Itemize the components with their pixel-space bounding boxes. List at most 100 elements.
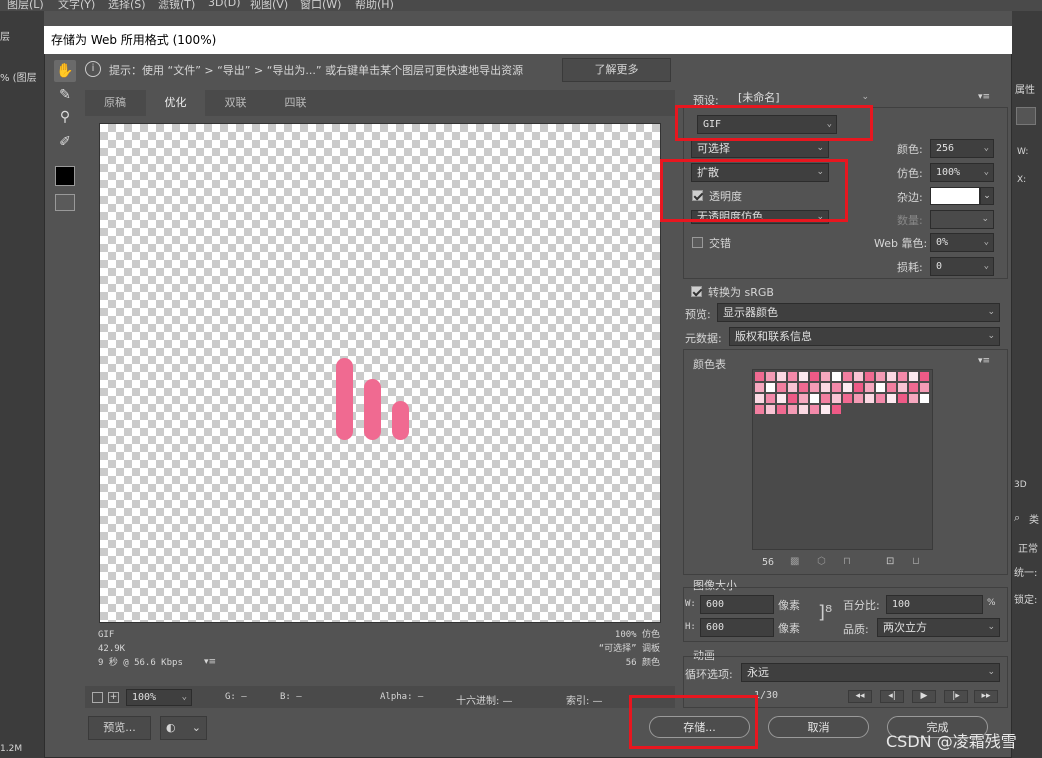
color-swatch[interactable] [831,393,842,404]
color-swatch[interactable] [875,382,886,393]
menu-3d[interactable]: 3D(D) [208,0,241,9]
color-swatch[interactable] [754,393,765,404]
color-table-grid[interactable] [752,369,933,550]
color-swatch[interactable] [809,382,820,393]
interlaced-checkbox[interactable] [692,237,703,248]
menu-select[interactable]: 选择(S) [108,0,146,11]
color-swatch[interactable] [820,404,831,415]
color-swatch[interactable] [765,382,776,393]
color-reduction-select[interactable]: 可选择 ⌄ [691,139,829,158]
color-swatch[interactable] [864,382,875,393]
color-swatch[interactable] [864,371,875,382]
color-swatch[interactable] [886,393,897,404]
color-swatch[interactable] [787,382,798,393]
tab-optimized[interactable]: 优化 [146,90,205,116]
color-swatch[interactable] [853,382,864,393]
slice-select-tool-icon[interactable]: ✎ [54,84,76,106]
prev-frame-icon[interactable]: ◂| [880,690,904,703]
menu-view[interactable]: 视图(V) [250,0,288,11]
color-swatch[interactable] [765,404,776,415]
percent-input[interactable]: 100 [886,595,983,614]
color-swatch[interactable] [809,371,820,382]
browser-select[interactable]: ◐ ⌄ [160,716,207,740]
play-icon[interactable]: ▶ [912,690,936,703]
color-swatch[interactable] [776,371,787,382]
color-swatch[interactable] [875,393,886,404]
new-color-icon[interactable]: ⊡ [886,556,894,567]
color-swatch[interactable] [853,371,864,382]
color-swatch[interactable] [886,371,897,382]
metadata-select[interactable]: 版权和联系信息 ⌄ [729,327,1000,346]
loop-select[interactable]: 永远 ⌄ [741,663,1000,682]
color-swatch[interactable] [820,371,831,382]
color-swatch[interactable] [776,404,787,415]
web-shift-icon[interactable]: ⬡ [817,556,826,567]
color-swatch[interactable] [875,371,886,382]
lossy-input[interactable]: 0 ⌄ [930,257,994,276]
color-swatch[interactable] [908,382,919,393]
menu-help[interactable]: 帮助(H) [355,0,394,11]
preview-button[interactable]: 预览... [88,716,151,740]
height-input[interactable]: 600 [700,618,774,637]
matte-color-swatch[interactable] [930,187,980,205]
eyedropper-tool-icon[interactable]: ✐ [54,131,76,153]
color-swatch[interactable] [798,382,809,393]
colors-input[interactable]: 256 ⌄ [930,139,994,158]
zoom-level-select[interactable]: 100% ⌄ [126,689,192,706]
color-swatch[interactable] [908,393,919,404]
color-swatches[interactable] [754,371,933,416]
color-swatch[interactable] [919,382,930,393]
bg-3d-tab[interactable]: 3D [1014,480,1027,490]
color-swatch[interactable] [754,371,765,382]
next-frame-icon[interactable]: |▸ [944,690,968,703]
link-icon[interactable]: ]⁸ [818,602,832,623]
bg-doc-tab[interactable]: % (图层 [0,69,37,84]
learn-more-button[interactable]: 了解更多 [562,58,671,82]
color-swatch[interactable] [798,404,809,415]
zoom-out-icon[interactable] [92,692,103,703]
tab-2-up[interactable]: 双联 [206,90,265,116]
color-swatch[interactable] [886,382,897,393]
quality-select[interactable]: 两次立方 ⌄ [877,618,1000,637]
image-icon[interactable] [1016,107,1036,125]
tab-4-up[interactable]: 四联 [266,90,325,116]
color-swatch[interactable] [897,371,908,382]
color-swatch[interactable] [809,393,820,404]
color-swatch[interactable] [897,393,908,404]
color-swatch[interactable] [754,382,765,393]
color-swatch[interactable] [787,393,798,404]
first-frame-icon[interactable]: ◂◂ [848,690,872,703]
optimize-menu-icon[interactable]: ▾≡ [978,92,990,102]
last-frame-icon[interactable]: ▸▸ [974,690,998,703]
color-swatch[interactable] [897,382,908,393]
toggle-slices-icon[interactable] [55,194,75,211]
search-icon[interactable]: ⌕ [1014,511,1020,525]
chevron-down-icon[interactable]: ⌄ [980,187,994,205]
color-swatch[interactable] [776,382,787,393]
color-swatch[interactable] [864,393,875,404]
color-swatch[interactable] [798,371,809,382]
color-swatch[interactable] [853,393,864,404]
color-swatch[interactable] [820,393,831,404]
download-rate-menu-icon[interactable]: ▾≡ [204,657,216,667]
color-swatch[interactable] [754,404,765,415]
color-swatch[interactable] [831,382,842,393]
convert-srgb-checkbox[interactable] [691,286,702,297]
zoom-in-icon[interactable]: + [108,692,119,703]
color-swatch[interactable] [919,393,930,404]
color-swatch[interactable] [765,371,776,382]
color-swatch[interactable] [787,404,798,415]
amount-input[interactable]: ⌄ [930,210,994,229]
dither-amount-input[interactable]: 100% ⌄ [930,163,994,182]
color-swatch[interactable] [919,371,930,382]
map-transparent-icon[interactable]: ▩ [790,556,799,567]
color-swatch[interactable] [908,371,919,382]
preview-canvas[interactable] [99,123,661,623]
color-swatch[interactable] [831,371,842,382]
color-swatch[interactable] [831,404,842,415]
tab-original[interactable]: 原稿 [85,90,145,116]
menu-filter[interactable]: 滤镜(T) [158,0,195,11]
lock-icon[interactable]: ⊓ [843,556,851,567]
color-swatch[interactable] [787,371,798,382]
cancel-button[interactable]: 取消 [768,716,869,738]
